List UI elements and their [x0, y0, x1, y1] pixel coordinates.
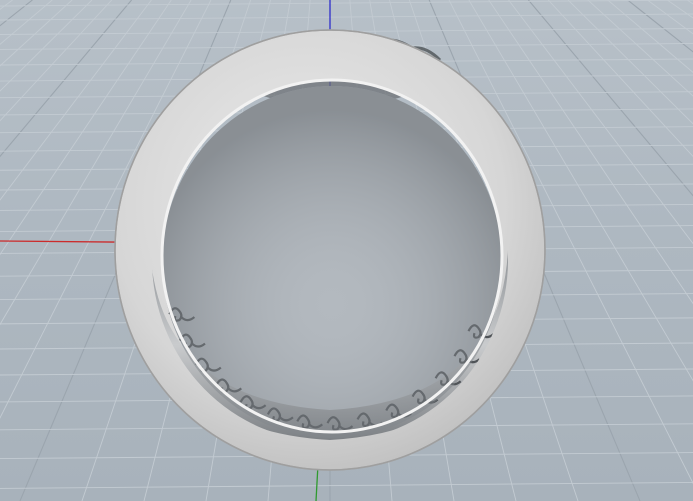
grid-line-horizontal	[0, 481, 693, 489]
ring-model[interactable]	[114, 29, 546, 471]
grid-line-radial	[0, 0, 13, 10]
grid-line-horizontal	[0, 13, 693, 21]
grid-line-radial	[0, 0, 93, 92]
perspective-viewport[interactable]	[0, 0, 693, 501]
viewport-canvas[interactable]	[0, 0, 693, 501]
grid-line-radial	[0, 0, 53, 45]
grid-line-horizontal	[0, 0, 693, 7]
grid-line-radial	[0, 0, 73, 67]
grid-line-radial	[0, 0, 133, 158]
